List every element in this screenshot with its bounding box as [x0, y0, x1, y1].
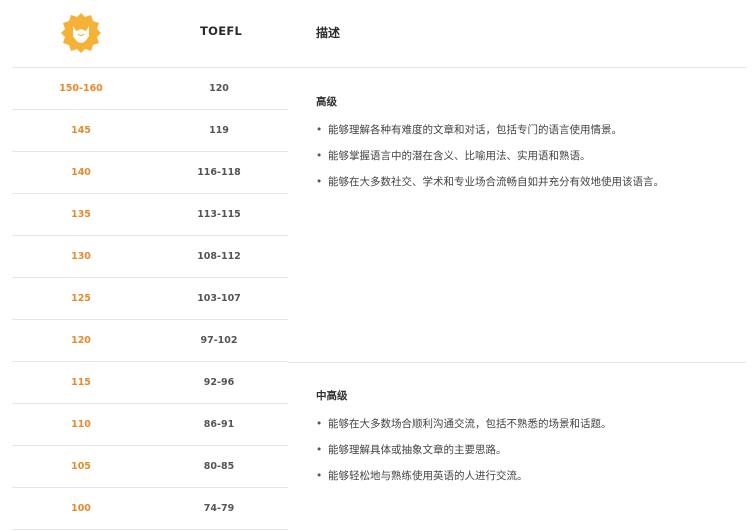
table-row: 120 97-102 [12, 320, 288, 362]
toefl-cell: 74-79 [203, 503, 235, 514]
level-title: 高级 [316, 96, 337, 108]
score-cell: 100 [71, 503, 91, 514]
toefl-cell: 113-115 [197, 209, 241, 220]
toefl-cell: 119 [209, 125, 229, 136]
description-section-advanced: 高级 能够理解各种有难度的文章和对话，包括专门的语言使用情景。 能够掌握语言中的… [316, 94, 746, 201]
score-cell: 135 [71, 209, 91, 220]
description-item: 能够在大多数场合顺利沟通交流，包括不熟悉的场景和话题。 [316, 417, 746, 443]
score-cell: 110 [71, 419, 91, 430]
table-row: 115 92-96 [12, 362, 288, 404]
toefl-cell: 116-118 [197, 167, 241, 178]
column-header-description: 描述 [316, 26, 341, 40]
description-list: 能够理解各种有难度的文章和对话，包括专门的语言使用情景。 能够掌握语言中的潜在含… [316, 123, 746, 201]
description-item: 能够轻松地与熟练使用英语的人进行交流。 [316, 469, 746, 495]
description-list: 能够在大多数场合顺利沟通交流，包括不熟悉的场景和话题。 能够理解具体或抽象文章的… [316, 417, 746, 495]
score-cell: 105 [71, 461, 91, 472]
description-section-upper-intermediate: 中高级 能够在大多数场合顺利沟通交流，包括不熟悉的场景和话题。 能够理解具体或抽… [316, 388, 746, 495]
table-row: 110 86-91 [12, 404, 288, 446]
fox-head-badge-icon [61, 13, 101, 53]
toefl-cell: 92-96 [203, 377, 235, 388]
table-header: TOEFL 描述 [0, 0, 756, 68]
table-row: 105 80-85 [12, 446, 288, 488]
score-cell: 145 [71, 125, 91, 136]
score-cell: 125 [71, 293, 91, 304]
level-title: 中高级 [316, 390, 348, 402]
table-row: 100 74-79 [12, 488, 288, 530]
toefl-cell: 80-85 [203, 461, 235, 472]
table-row: 140 116-118 [12, 152, 288, 194]
toefl-cell: 103-107 [197, 293, 241, 304]
table-row: 150-160 120 [12, 68, 288, 110]
score-cell: 115 [71, 377, 91, 388]
table-row: 130 108-112 [12, 236, 288, 278]
toefl-cell: 86-91 [203, 419, 235, 430]
toefl-cell: 120 [209, 83, 229, 94]
column-header-toefl: TOEFL [200, 24, 243, 38]
table-row: 135 113-115 [12, 194, 288, 236]
table-row: 145 119 [12, 110, 288, 152]
description-item: 能够理解具体或抽象文章的主要思路。 [316, 443, 746, 469]
table-row: 125 103-107 [12, 278, 288, 320]
score-cell: 130 [71, 251, 91, 262]
description-item: 能够理解各种有难度的文章和对话，包括专门的语言使用情景。 [316, 123, 746, 149]
section-divider [288, 362, 746, 363]
description-item: 能够掌握语言中的潜在含义、比喻用法、实用语和熟语。 [316, 149, 746, 175]
toefl-cell: 97-102 [200, 335, 238, 346]
description-item: 能够在大多数社交、学术和专业场合流畅自如并充分有效地使用该语言。 [316, 175, 746, 201]
score-cell: 120 [71, 335, 91, 346]
toefl-cell: 108-112 [197, 251, 241, 262]
score-cell: 140 [71, 167, 91, 178]
score-cell: 150-160 [59, 83, 103, 94]
